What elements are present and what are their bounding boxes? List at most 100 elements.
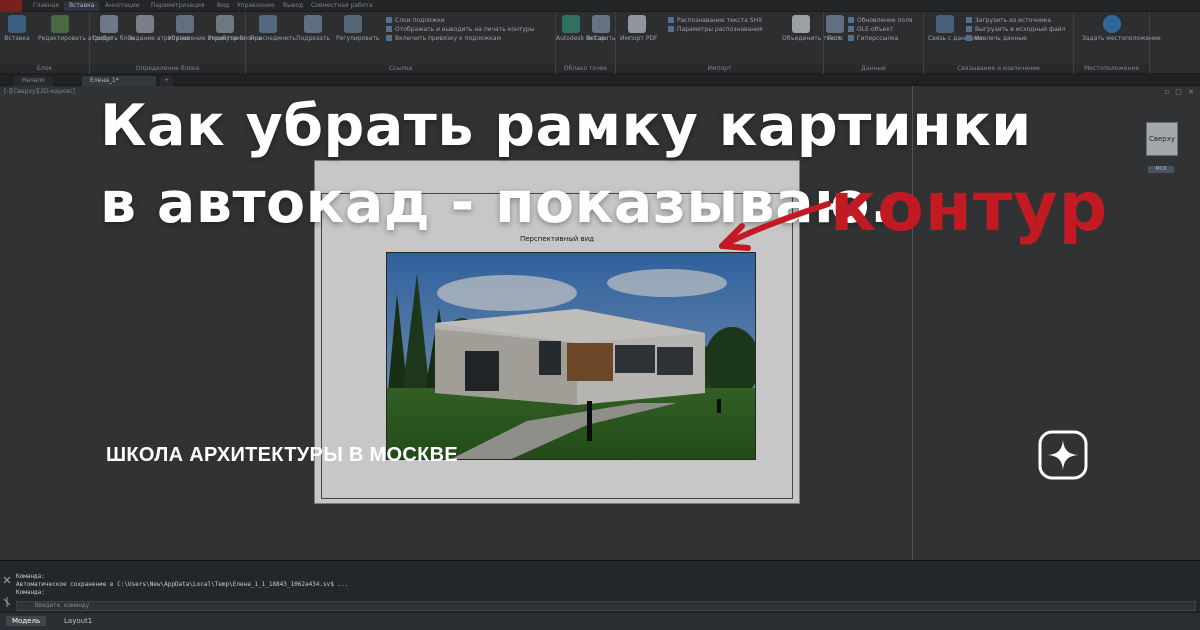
link-icon	[848, 35, 854, 41]
create-block-button[interactable]: Создать блок	[92, 15, 135, 42]
panel-title-block-definition: Определение блока	[90, 65, 245, 73]
new-tab-button[interactable]: +	[160, 76, 174, 86]
tab-home[interactable]: Главная	[28, 1, 64, 11]
ucs-menu[interactable]: МСК	[1148, 166, 1174, 173]
contour-annotation: контур	[830, 168, 1109, 247]
insert-pointcloud-button[interactable]: Вставить	[586, 15, 616, 42]
pointcloud-icon	[592, 15, 610, 33]
house-render-svg	[387, 253, 755, 459]
panel-point-cloud: Autodesk ReCap Вставить Облако точек	[556, 12, 616, 74]
shx-recognition-item[interactable]: Распознавание текста SHX	[668, 17, 763, 26]
block-editor-button[interactable]: Редактор блоков	[208, 15, 262, 42]
tab-insert[interactable]: Вставка	[64, 1, 100, 11]
field-button[interactable]: Поле	[824, 15, 846, 42]
attach-button[interactable]: Присоединить	[250, 15, 296, 42]
tab-model[interactable]: Модель	[6, 616, 47, 626]
command-history-line: Команда:	[16, 573, 45, 580]
update-fields-item[interactable]: Обновление поля	[848, 17, 913, 26]
snap-underlays-item[interactable]: Включить привязку к подложкам	[386, 35, 534, 44]
recap-button[interactable]: Autodesk ReCap	[556, 15, 605, 42]
sparkle-logo-icon	[1038, 430, 1088, 480]
recognize-icon	[668, 17, 674, 23]
globe-icon	[1103, 15, 1121, 33]
screen: Главная Вставка Аннотации Параметризация…	[0, 0, 1200, 630]
block-editor-icon	[216, 15, 234, 33]
command-history-line: Команда:	[16, 589, 45, 596]
recognition-settings-item[interactable]: Параметры распознавания	[668, 26, 763, 35]
panel-title-import: Импорт	[616, 65, 823, 73]
panel-title-location: Местоположение	[1074, 65, 1149, 73]
tab-annotate[interactable]: Аннотации	[100, 1, 145, 11]
house-render-image[interactable]	[386, 252, 756, 460]
display-frames-item[interactable]: Отображать и выводить на печать контуры	[386, 26, 534, 35]
tab-collaborate[interactable]: Совместная работа	[306, 1, 378, 11]
frame-icon	[386, 26, 392, 32]
attributes-icon	[176, 15, 194, 33]
panel-title-reference: Ссылка	[246, 65, 555, 73]
panel-title-linking: Связывание и извлечение	[924, 65, 1073, 73]
document-tab-bar: Начало Елена_1* +	[0, 74, 1200, 86]
tab-parametric[interactable]: Параметризация	[146, 1, 210, 11]
tab-layout1[interactable]: Layout1	[58, 616, 98, 626]
insert-block-button[interactable]: Вставка	[0, 15, 34, 42]
insert-block-icon	[8, 15, 26, 33]
create-block-icon	[100, 15, 118, 33]
command-side-icons[interactable]	[2, 575, 12, 611]
download-from-source-item[interactable]: Загрузить из источника	[966, 17, 1065, 26]
tab-manage[interactable]: Управление	[232, 1, 280, 11]
upload-to-source-item[interactable]: Выгрузить в исходный файл	[966, 26, 1065, 35]
tab-drawing[interactable]: Елена_1*	[82, 76, 156, 86]
edit-attribute-icon	[51, 15, 69, 33]
ribbon-panel-area: Вставка Редактировать атрибут Блок Созда…	[0, 12, 1200, 74]
command-line-panel: Команда: Автоматическое сохранение в C:\…	[0, 560, 1200, 612]
recap-icon	[562, 15, 580, 33]
field-icon	[826, 15, 844, 33]
tab-output[interactable]: Вывод	[278, 1, 308, 11]
panel-block: Вставка Редактировать атрибут Блок	[0, 12, 113, 74]
adjust-button[interactable]: Регулировать	[336, 15, 379, 42]
window-controls[interactable]: ▫ ▢ ✕	[1164, 88, 1196, 96]
manage-attributes-button[interactable]: Управление атрибутами	[168, 15, 245, 42]
ole-icon	[848, 26, 854, 32]
settings-icon	[668, 26, 674, 32]
edit-attribute-button[interactable]: Редактировать атрибут	[38, 15, 113, 42]
panel-block-definition: Создать блок Задание атрибутов Управлени…	[90, 12, 262, 74]
import-pdf-button[interactable]: Импорт PDF	[620, 15, 658, 42]
status-bar: Модель Layout1	[0, 612, 1200, 630]
command-input[interactable]: Введите команду	[16, 601, 1196, 611]
viewport-controls-label[interactable]: [-][Сверху][2D-каркас]	[4, 88, 75, 95]
data-options-list: Обновление поля OLE-объект Гиперссылка	[848, 17, 913, 44]
panel-title-block: Блок	[0, 65, 89, 73]
clip-button[interactable]: Подрезать	[296, 15, 330, 42]
set-location-button[interactable]: Задать местоположение	[1082, 15, 1161, 42]
define-attributes-button[interactable]: Задание атрибутов	[128, 15, 190, 42]
panel-location: Задать местоположение Местоположение	[1074, 12, 1161, 74]
underlay-layers-item[interactable]: Слои подложки	[386, 17, 534, 26]
clip-icon	[304, 15, 322, 33]
tab-start[interactable]: Начало	[14, 76, 53, 86]
panel-import: Импорт PDF Распознавание текста SHX Пара…	[616, 12, 841, 74]
panel-reference: Присоединить Подрезать Регулировать Слои…	[246, 12, 556, 74]
panel-linking: Связь с данными Загрузить из источника В…	[924, 12, 1074, 74]
text-icon	[792, 15, 810, 33]
import-options-list: Распознавание текста SHX Параметры распо…	[668, 17, 763, 35]
data-link-button[interactable]: Связь с данными	[928, 15, 982, 42]
download-icon	[966, 17, 972, 23]
attach-icon	[259, 15, 277, 33]
upload-icon	[966, 26, 972, 32]
application-menu-button[interactable]	[0, 0, 22, 12]
extract-icon	[966, 35, 972, 41]
combine-text-button[interactable]: Объединить текст	[782, 15, 841, 42]
panel-title-data: Данные	[824, 65, 923, 73]
hyperlink-item[interactable]: Гиперссылка	[848, 35, 913, 44]
ole-object-item[interactable]: OLE-объект	[848, 26, 913, 35]
tag-icon	[136, 15, 154, 33]
linking-options-list: Загрузить из источника Выгрузить в исход…	[966, 17, 1065, 44]
close-icon	[3, 576, 11, 607]
school-name: ШКОЛА АРХИТЕКТУРЫ В МОСКВЕ	[106, 444, 458, 466]
command-history: Команда: Автоматическое сохранение в C:\…	[16, 573, 348, 597]
viewcube[interactable]: Сверху	[1146, 122, 1178, 156]
tab-view[interactable]: Вид	[212, 1, 234, 11]
extract-data-item[interactable]: Извлечь данные	[966, 35, 1065, 44]
snap-icon	[386, 35, 392, 41]
